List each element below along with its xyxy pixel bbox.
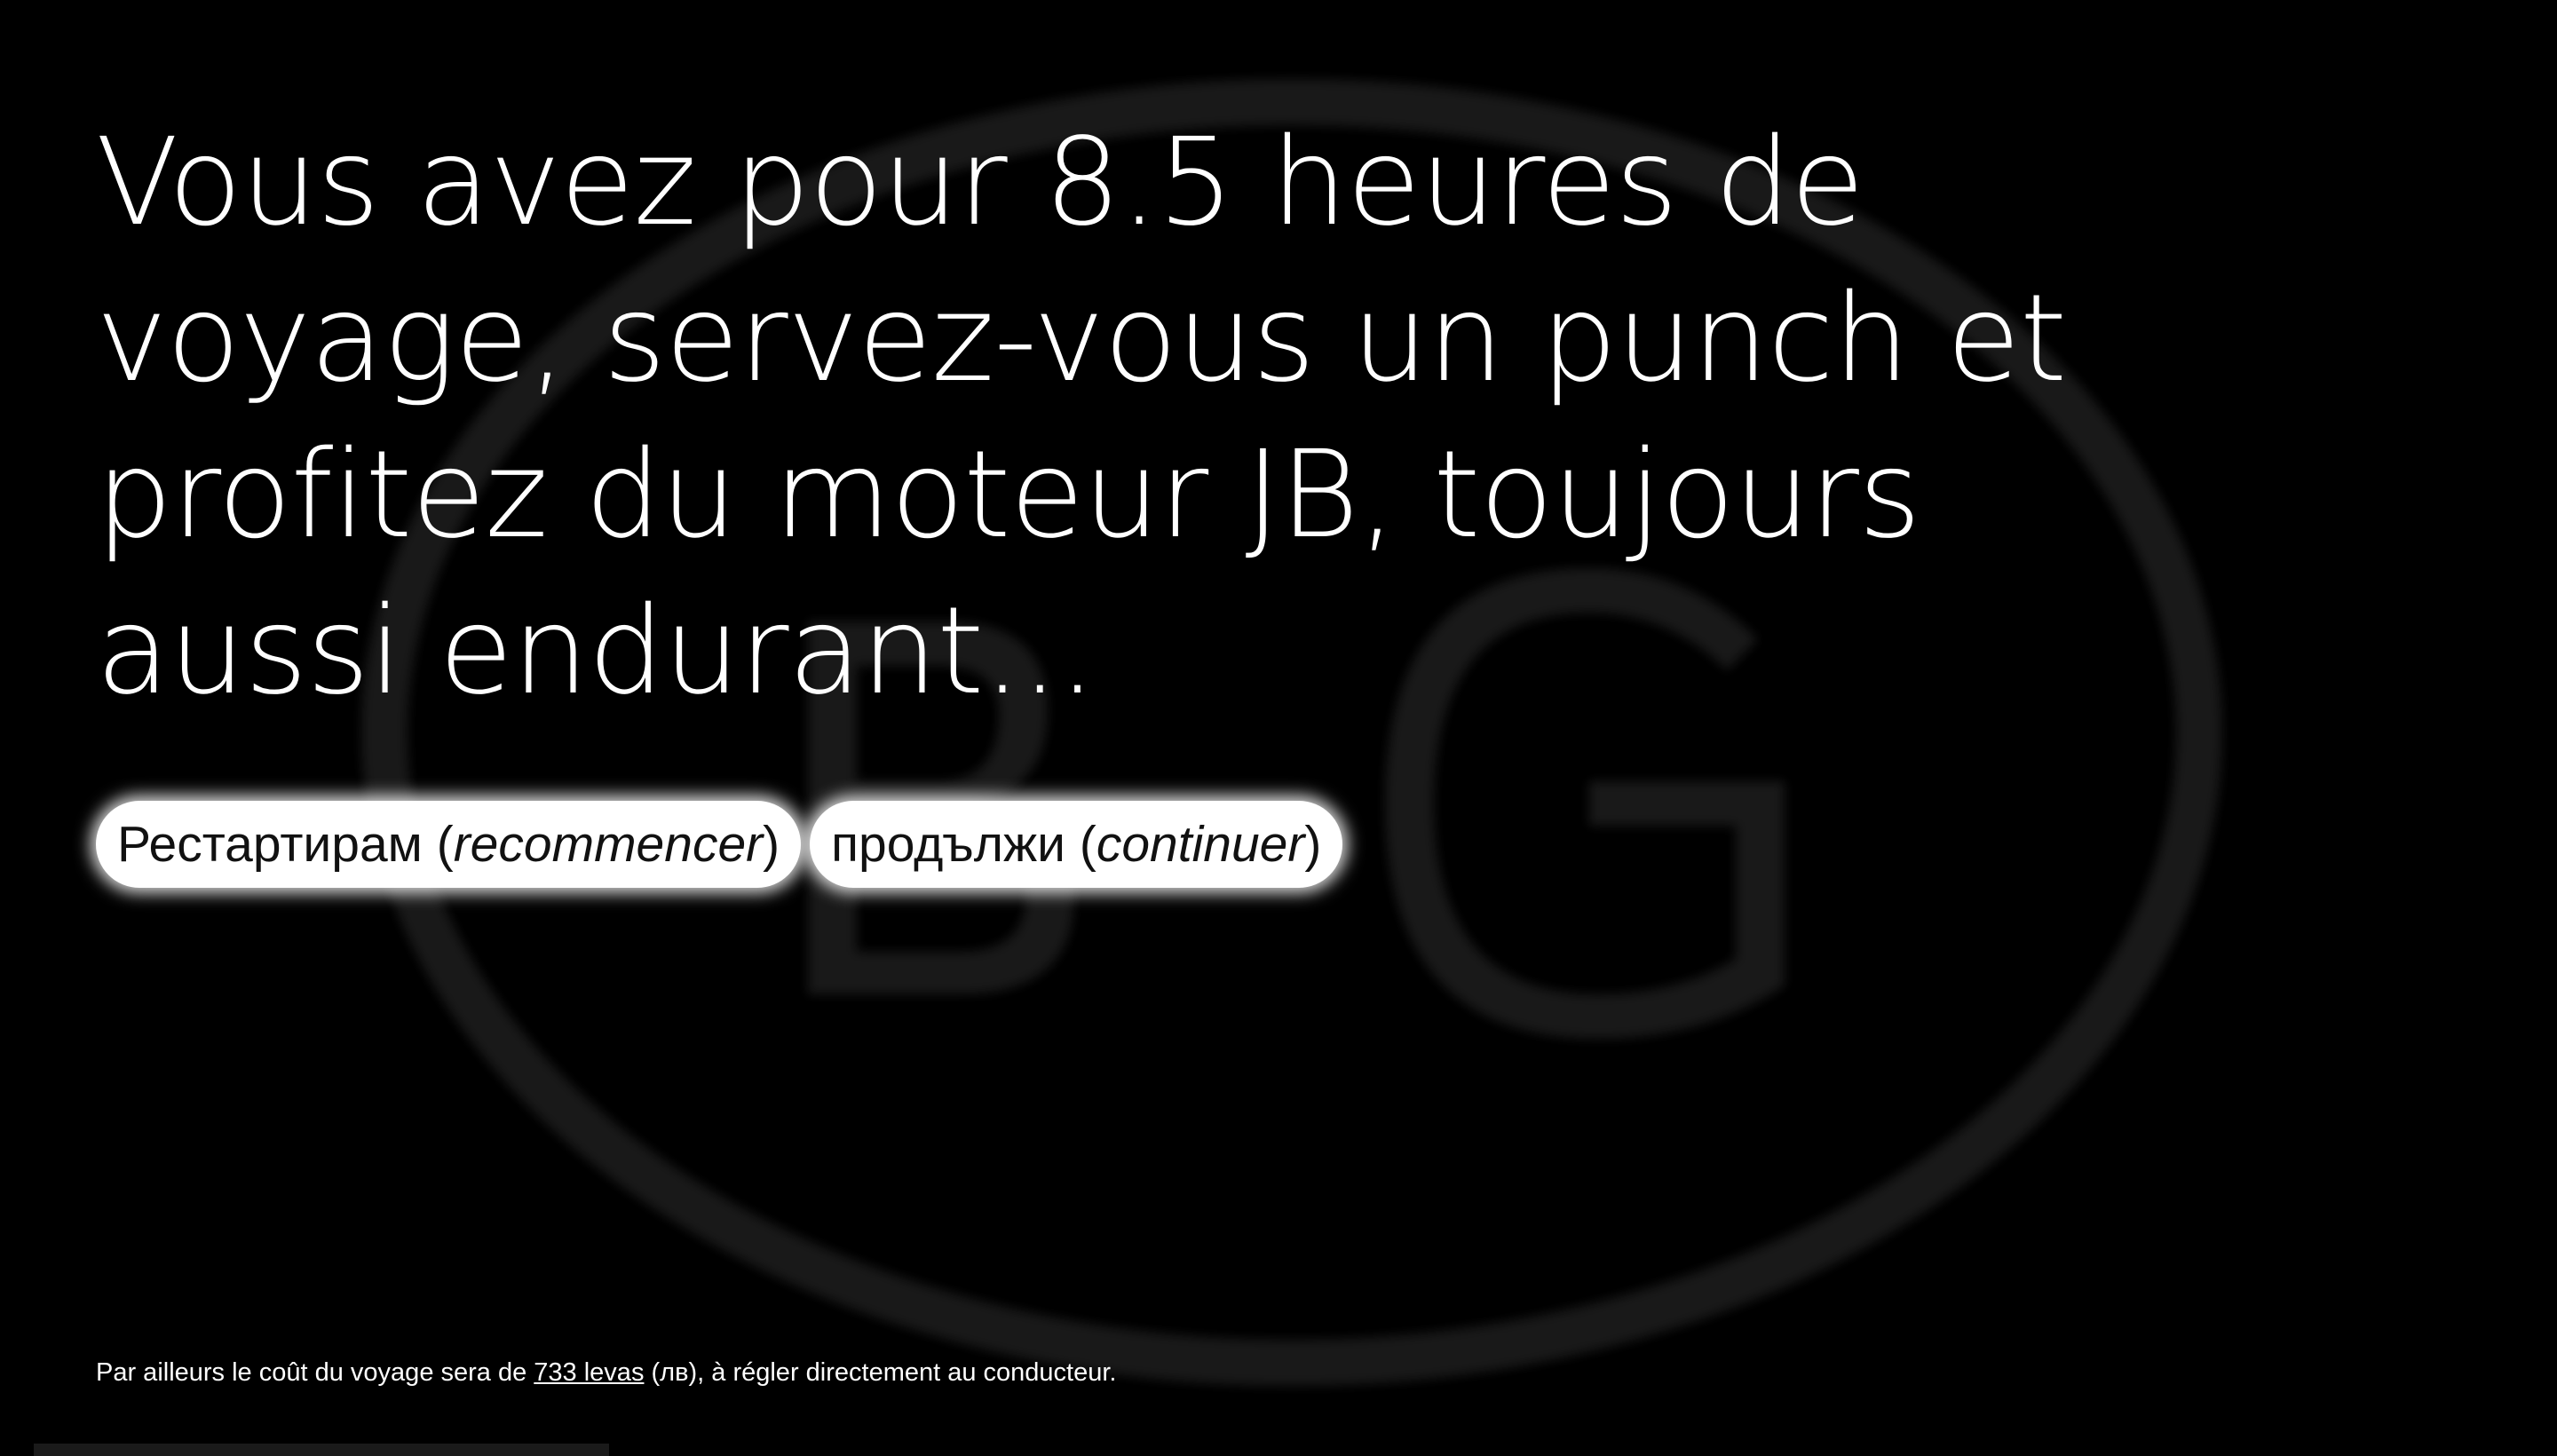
page-headline: Vous avez pour 8.5 heures de voyage, ser…: [96, 113, 2067, 722]
bottom-status-bar: [34, 1444, 609, 1456]
continue-button[interactable]: продължи (continuer): [810, 801, 1343, 888]
restart-button-translation: recommencer: [453, 816, 764, 873]
restart-button[interactable]: Рестартирам (recommencer): [96, 801, 802, 888]
action-buttons: Рестартирам (recommencer) продължи (cont…: [96, 801, 1343, 888]
trip-cost-link[interactable]: 733 levas: [534, 1358, 644, 1387]
trip-cost-note: Par ailleurs le coût du voyage sera de 7…: [96, 1358, 1116, 1388]
trip-cost-prefix: Par ailleurs le coût du voyage sera de: [96, 1358, 534, 1387]
continue-button-translation: continuer: [1096, 816, 1305, 873]
continue-button-label: продължи: [831, 816, 1066, 873]
trip-cost-suffix: (лв), à régler directement au conducteur…: [644, 1358, 1117, 1387]
restart-button-label: Рестартирам: [117, 816, 423, 873]
